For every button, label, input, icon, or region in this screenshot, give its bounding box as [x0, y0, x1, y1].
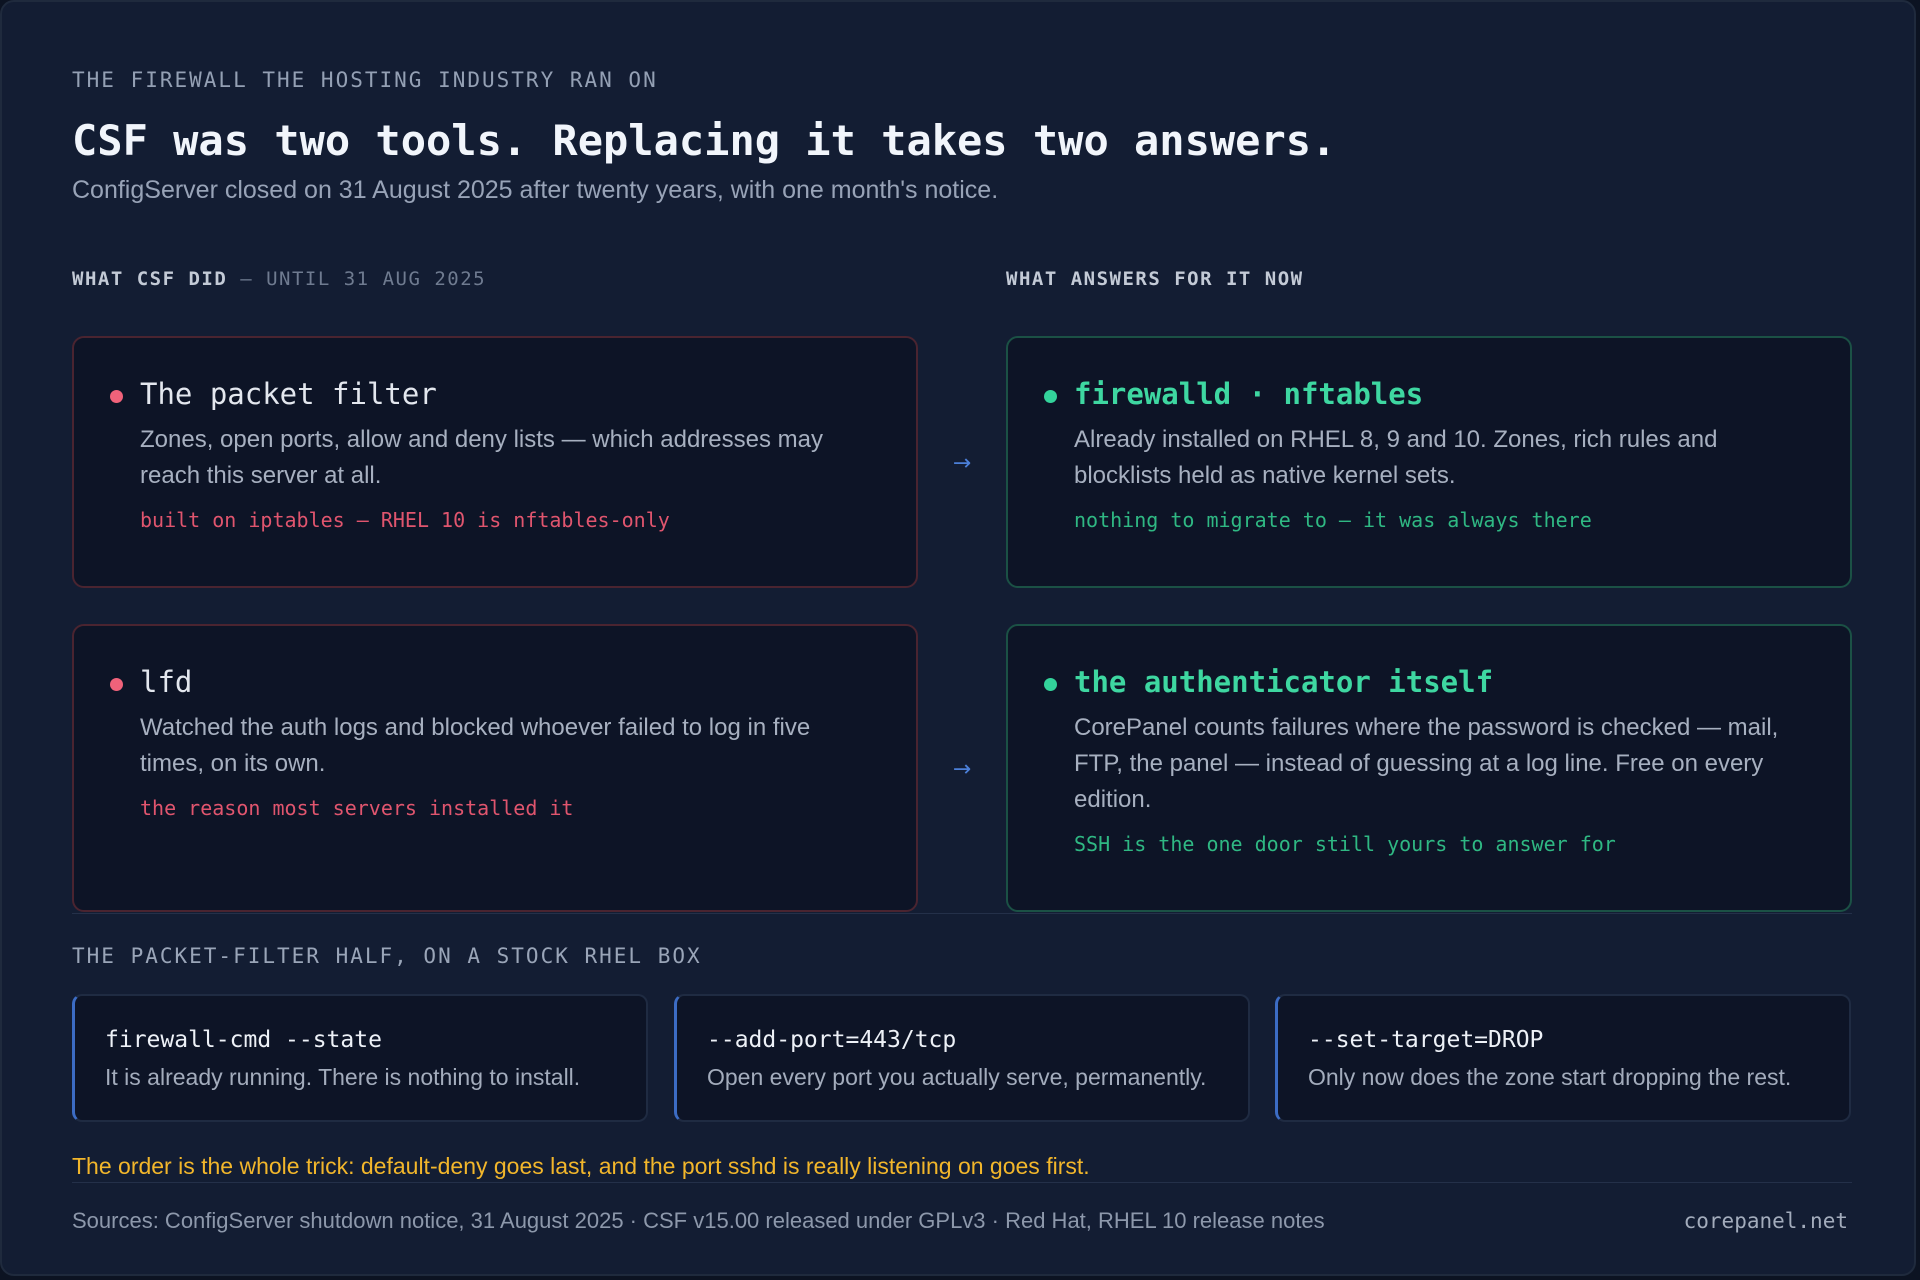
card-body: Already installed on RHEL 8, 9 and 10. Z… [1074, 426, 1718, 489]
step-card-state: firewall-cmd --state It is already runni… [72, 994, 648, 1122]
section-heading: THE PACKET-FILTER HALF, ON A STOCK RHEL … [72, 944, 702, 968]
red-dot-icon [110, 390, 123, 403]
card-title: The packet filter [140, 377, 437, 411]
card-note: built on iptables — RHEL 10 is nftables-… [140, 508, 670, 532]
column-heading-old-label: WHAT CSF DID [72, 268, 228, 290]
sources-note: Sources: ConfigServer shutdown notice, 3… [72, 1208, 1325, 1233]
card-note: the reason most servers installed it [140, 796, 574, 820]
card-body: CorePanel counts failures where the pass… [1074, 714, 1779, 813]
card-title: lfd [140, 665, 193, 699]
green-dot-icon [1044, 390, 1057, 403]
column-heading-new: WHAT ANSWERS FOR IT NOW [1006, 268, 1304, 290]
card-authenticator: the authenticator itself CorePanel count… [1006, 624, 1852, 912]
eyebrow: THE FIREWALL THE HOSTING INDUSTRY RAN ON [72, 68, 658, 92]
card-title: firewalld · nftables [1074, 377, 1424, 411]
arrow-right-icon: → [952, 451, 972, 476]
order-warning: The order is the whole trick: default-de… [72, 1153, 1090, 1179]
column-headings: WHAT CSF DID — UNTIL 31 AUG 2025 WHAT AN… [72, 268, 1852, 308]
step-code: firewall-cmd --state [105, 1027, 382, 1053]
footer-divider [72, 1182, 1852, 1183]
arrow-right-icon: → [952, 757, 972, 782]
step-code: --add-port=443/tcp [707, 1027, 957, 1053]
column-heading-old-sublabel: — UNTIL 31 AUG 2025 [240, 268, 487, 290]
infographic-frame: THE FIREWALL THE HOSTING INDUSTRY RAN ON… [0, 0, 1916, 1276]
page-subtitle: ConfigServer closed on 31 August 2025 af… [72, 176, 999, 204]
step-description: Only now does the zone start dropping th… [1308, 1064, 1792, 1090]
green-dot-icon [1044, 678, 1057, 691]
section-divider [72, 913, 1852, 914]
page-title: CSF was two tools. Replacing it takes tw… [72, 116, 1337, 165]
step-code: --set-target=DROP [1308, 1027, 1544, 1053]
site-link[interactable]: corepanel.net [1684, 1209, 1848, 1233]
card-firewalld: firewalld · nftables Already installed o… [1006, 336, 1852, 588]
step-card-set-target: --set-target=DROP Only now does the zone… [1275, 994, 1851, 1122]
step-card-add-port: --add-port=443/tcp Open every port you a… [674, 994, 1250, 1122]
infographic-content: THE FIREWALL THE HOSTING INDUSTRY RAN ON… [72, 58, 1852, 308]
card-note: nothing to migrate to — it was always th… [1074, 508, 1592, 532]
step-description: It is already running. There is nothing … [105, 1064, 581, 1090]
card-lfd: lfd Watched the auth logs and blocked wh… [72, 624, 918, 912]
card-title: the authenticator itself [1074, 665, 1494, 699]
card-body: Watched the auth logs and blocked whoeve… [140, 714, 811, 777]
red-dot-icon [110, 678, 123, 691]
column-heading-old: WHAT CSF DID — UNTIL 31 AUG 2025 [72, 268, 486, 290]
card-note: SSH is the one door still yours to answe… [1074, 832, 1616, 856]
card-packet-filter: The packet filter Zones, open ports, all… [72, 336, 918, 588]
step-description: Open every port you actually serve, perm… [707, 1064, 1207, 1090]
card-body: Zones, open ports, allow and deny lists … [140, 426, 824, 489]
